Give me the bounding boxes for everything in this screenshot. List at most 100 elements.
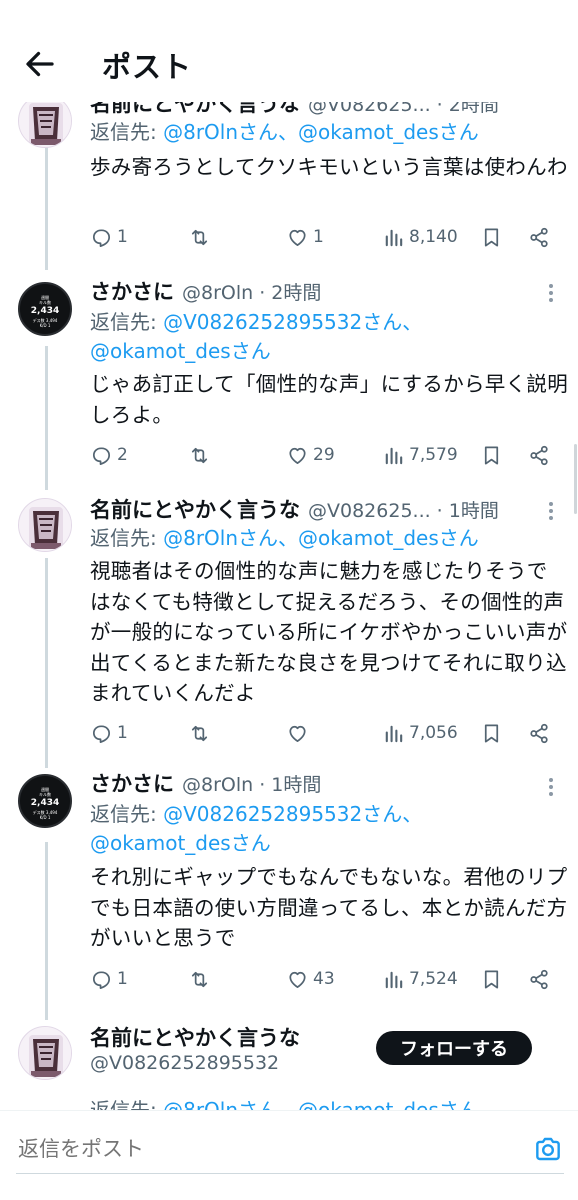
handle-time[interactable]: @8rOln · 1時間: [182, 770, 321, 797]
reply-composer: [0, 1110, 578, 1200]
reply-to: 返信先: @8rOlnさん、@okamot_desさん: [90, 118, 560, 147]
like-icon: [289, 725, 306, 742]
reply-to-label: 返信先:: [90, 310, 164, 334]
views-button[interactable]: 7,579: [382, 440, 458, 470]
scrollbar[interactable]: [574, 444, 577, 514]
share-button[interactable]: [528, 222, 551, 252]
repost-icon: [191, 725, 208, 741]
share-button[interactable]: [528, 718, 551, 748]
more-icon: [546, 502, 556, 520]
repost-icon: [191, 971, 208, 987]
views-icon: [385, 971, 403, 988]
reply-to-mentions-line2[interactable]: @okamot_desさん: [90, 831, 271, 855]
bookmark-icon: [484, 969, 499, 989]
views-button[interactable]: 8,140: [382, 222, 458, 252]
tweet[interactable]: 名前にとやかく言うな @V082625... · 1時間 返信先: @8rOln…: [0, 490, 578, 768]
reply-button[interactable]: 1: [90, 964, 128, 994]
back-button[interactable]: [22, 46, 58, 82]
page-title: ポスト: [102, 50, 193, 84]
avatar[interactable]: 週間 キル数 2,434 デス数 3,494 K/D 1: [18, 282, 72, 336]
action-bar: 1 7,056: [90, 718, 568, 748]
reply-to-label: 返信先:: [90, 120, 164, 144]
follow-button[interactable]: フォローする: [376, 1031, 532, 1065]
reply-icon: [92, 970, 111, 989]
bookmark-button[interactable]: [480, 440, 503, 470]
author-row: さかさに @8rOln · 2時間: [90, 276, 321, 306]
bookmark-icon: [484, 227, 499, 247]
handle-time[interactable]: @V082625... · 1時間: [308, 496, 499, 523]
like-button[interactable]: 43: [286, 964, 335, 994]
more-options-button[interactable]: [546, 500, 556, 522]
avatar[interactable]: [18, 94, 72, 148]
like-count: 29: [313, 445, 335, 465]
views-button[interactable]: 7,056: [382, 718, 458, 748]
avatar[interactable]: [18, 1026, 72, 1080]
reply-count: 1: [117, 969, 128, 989]
reply-icon: [92, 446, 111, 465]
views-icon: [385, 229, 403, 246]
reply-to-label: 返信先:: [90, 802, 164, 826]
bookmark-icon: [484, 723, 499, 743]
reply-to-mentions[interactable]: @8rOlnさん、@okamot_desさん: [163, 120, 479, 144]
avatar-image: [19, 95, 71, 147]
like-button[interactable]: 29: [286, 440, 335, 470]
bookmark-button[interactable]: [480, 222, 503, 252]
action-bar: 1 1 8,140: [90, 222, 568, 252]
repost-button[interactable]: [188, 964, 211, 994]
views-button[interactable]: 7,524: [382, 964, 458, 994]
bookmark-button[interactable]: [480, 718, 503, 748]
share-button[interactable]: [528, 440, 551, 470]
reply-count: 2: [117, 445, 128, 465]
more-icon: [546, 284, 556, 302]
bookmark-button[interactable]: [480, 964, 503, 994]
avatar[interactable]: 週間 キル数 2,434 デス数 3,494 K/D 1: [18, 774, 72, 828]
reply-button[interactable]: 1: [90, 222, 128, 252]
back-arrow-icon: [26, 51, 54, 77]
more-options-button[interactable]: [546, 282, 556, 304]
action-bar: 1 43 7,524: [90, 964, 568, 994]
tweet-text: それ別にギャップでもなんでもないな。君他のリプでも日本語の使い方間違ってるし、本…: [90, 865, 568, 950]
repost-button[interactable]: [188, 718, 211, 748]
avatar[interactable]: [18, 498, 72, 552]
reply-to: 返信先: @8rOlnさん、@okamot_desさん: [90, 1096, 560, 1110]
reply-to: 返信先: @V0826252895532さん、 @okamot_desさん: [90, 308, 560, 366]
reply-to-mentions[interactable]: @V0826252895532さん、: [163, 310, 422, 334]
repost-icon: [191, 229, 208, 245]
repost-button[interactable]: [188, 222, 211, 252]
reply-to-label: 返信先:: [90, 1098, 164, 1110]
tweet-text: じゃあ訂正して「個性的な声」にするから早く説明しろよ。: [90, 372, 568, 427]
reply-to-mentions-line2[interactable]: @okamot_desさん: [90, 339, 271, 363]
more-options-button[interactable]: [546, 776, 556, 798]
share-button[interactable]: [528, 964, 551, 994]
display-name[interactable]: さかさに: [90, 768, 174, 798]
reply-icon: [92, 228, 111, 247]
display-name[interactable]: 名前にとやかく言うな: [90, 494, 300, 524]
view-count: 7,056: [409, 723, 458, 743]
tweet[interactable]: 週間 キル数 2,434 デス数 3,494 K/D 1 さかさに @8rOln…: [0, 270, 578, 490]
view-count: 7,579: [409, 445, 458, 465]
repost-button[interactable]: [188, 440, 211, 470]
reply-count: 1: [117, 227, 128, 247]
camera-button[interactable]: [532, 1133, 564, 1165]
reply-button[interactable]: 2: [90, 440, 128, 470]
reply-to-mentions[interactable]: @8rOlnさん、@okamot_desさん: [163, 526, 479, 550]
reply-to-label: 返信先:: [90, 526, 164, 550]
reply-icon: [92, 724, 111, 743]
display-name[interactable]: さかさに: [90, 276, 174, 306]
reply-button[interactable]: 1: [90, 718, 128, 748]
handle[interactable]: @V0826252895532: [90, 1052, 279, 1074]
author-handle: @V0826252895532: [90, 1052, 279, 1082]
tweet[interactable]: 週間 キル数 2,434 デス数 3,494 K/D 1 さかさに @8rOln…: [0, 768, 578, 1020]
like-button[interactable]: [286, 718, 313, 748]
reply-to-mentions[interactable]: @8rOlnさん、@okamot_desさん: [163, 1098, 479, 1110]
avatar-badge-number: 2,434: [30, 306, 60, 316]
display-name[interactable]: 名前にとやかく言うな: [90, 1022, 300, 1052]
like-button[interactable]: 1: [286, 222, 324, 252]
handle-time[interactable]: @8rOln · 2時間: [182, 278, 321, 305]
more-icon: [546, 778, 556, 796]
like-icon: [289, 971, 306, 988]
reply-input[interactable]: [18, 1133, 488, 1165]
author-row: さかさに @8rOln · 1時間: [90, 768, 321, 798]
reply-to-mentions[interactable]: @V0826252895532さん、: [163, 802, 422, 826]
tweet[interactable]: 名前にとやかく言うな @V082625... · 2時間 返信先: @8rOln…: [0, 80, 578, 270]
